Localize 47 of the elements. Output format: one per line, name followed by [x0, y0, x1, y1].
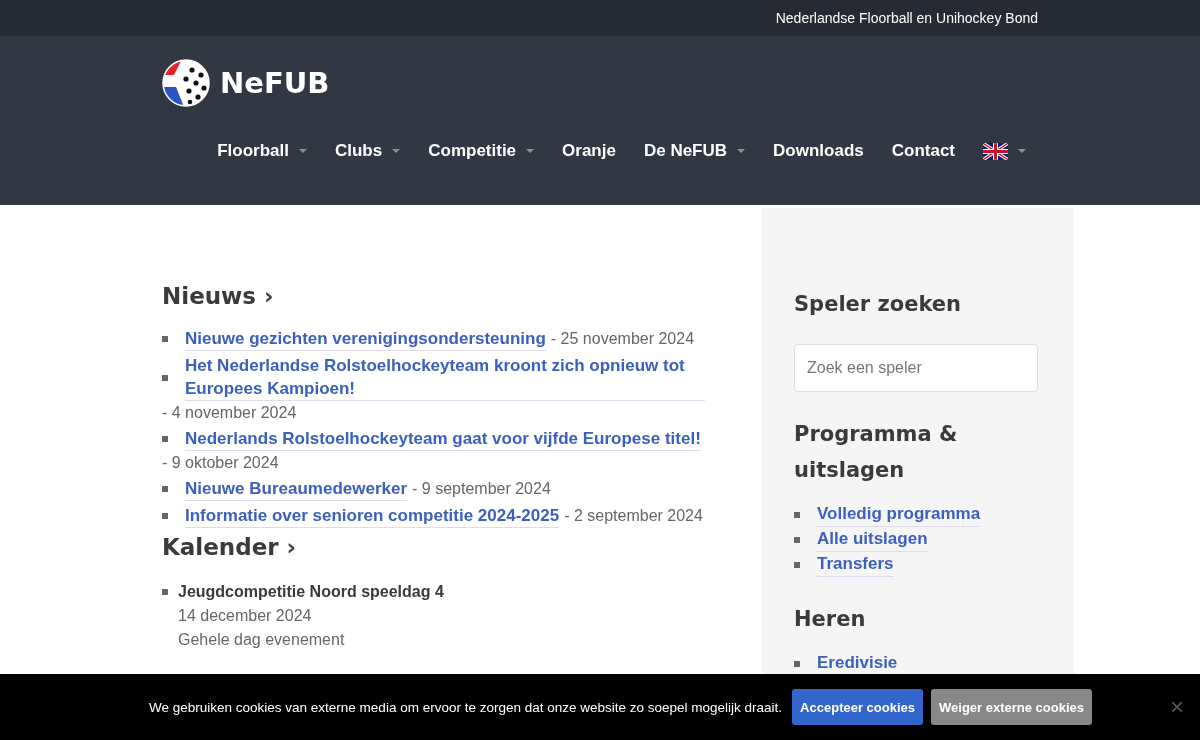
- cookie-message: We gebruiken cookies van externe media om ervoor te zorgen dat onze website zo soepel mogelijk draait.: [149, 699, 783, 715]
- news-date: - 9 oktober 2024: [162, 453, 279, 473]
- bullet-icon: [794, 660, 800, 667]
- nav-link[interactable]: Oranje: [562, 141, 616, 161]
- accept-cookies-button[interactable]: Accepteer cookies: [792, 689, 923, 725]
- uk-flag-icon: [983, 142, 1008, 160]
- organization-name: Nederlandse Floorball en Unihockey Bond: [775, 10, 1038, 26]
- nav-link[interactable]: Downloads: [773, 141, 864, 161]
- news-heading[interactable]: Nieuws ›: [162, 283, 720, 309]
- bullet-icon: [162, 336, 168, 342]
- event-date: 14 december 2024: [178, 606, 313, 626]
- news-link[interactable]: Nederlands Rolstoelhockeyteam gaat voor vijfde Europese titel!: [185, 427, 701, 451]
- event-title: Jeugdcompetitie Noord speeldag 4: [178, 582, 444, 602]
- news-link[interactable]: Het Nederlandse Rolstoelhockeyteam kroont zich opnieuw tot Europees Kampioen!: [185, 354, 705, 401]
- nav-link[interactable]: Floorball: [217, 141, 307, 161]
- sidebar-link[interactable]: Transfers: [817, 552, 894, 577]
- news-link[interactable]: Nieuwe gezichten verenigingsondersteuning: [185, 327, 546, 351]
- player-search-field[interactable]: Zoek een speler: [794, 344, 1038, 392]
- bullet-icon: [794, 511, 800, 518]
- sidebar-heading: Heren: [794, 606, 867, 633]
- sidebar-heading: Speler zoeken: [794, 291, 962, 318]
- bullet-icon: [162, 436, 168, 442]
- news-date: - 9 september 2024: [412, 479, 551, 499]
- bullet-icon: [794, 536, 800, 543]
- sidebar-link[interactable]: Volledig programma: [817, 502, 981, 527]
- nav-link[interactable]: Competitie: [428, 141, 535, 161]
- news-date: - 25 november 2024: [550, 329, 695, 349]
- event-duration: Gehele dag evenement: [178, 630, 346, 650]
- news-link[interactable]: Informatie over senioren competitie 2024-2025: [185, 504, 560, 528]
- nav-link[interactable]: Clubs: [335, 141, 401, 161]
- reject-cookies-button[interactable]: Weiger externe cookies: [931, 689, 1092, 725]
- language-menu[interactable]: [983, 141, 1026, 161]
- bullet-icon: [162, 589, 168, 595]
- ball-logo-icon: [162, 59, 210, 107]
- bullet-icon: [162, 374, 168, 381]
- nav-link[interactable]: Contact: [891, 141, 955, 161]
- bullet-icon: [794, 561, 800, 568]
- bullet-icon: [162, 513, 168, 519]
- sidebar-link[interactable]: Alle uitslagen: [817, 527, 928, 552]
- news-link[interactable]: Nieuwe Bureaumedewerker: [185, 477, 408, 501]
- nav-link[interactable]: De NeFUB: [643, 141, 746, 161]
- news-date: - 4 november 2024: [162, 403, 297, 423]
- news-date: - 2 september 2024: [564, 506, 703, 526]
- sidebar-heading: Programma & uitslagen: [794, 421, 959, 484]
- bullet-icon: [162, 486, 168, 492]
- calendar-heading[interactable]: Kalender ›: [162, 534, 720, 560]
- logo-link[interactable]: NeFUB: [162, 59, 330, 107]
